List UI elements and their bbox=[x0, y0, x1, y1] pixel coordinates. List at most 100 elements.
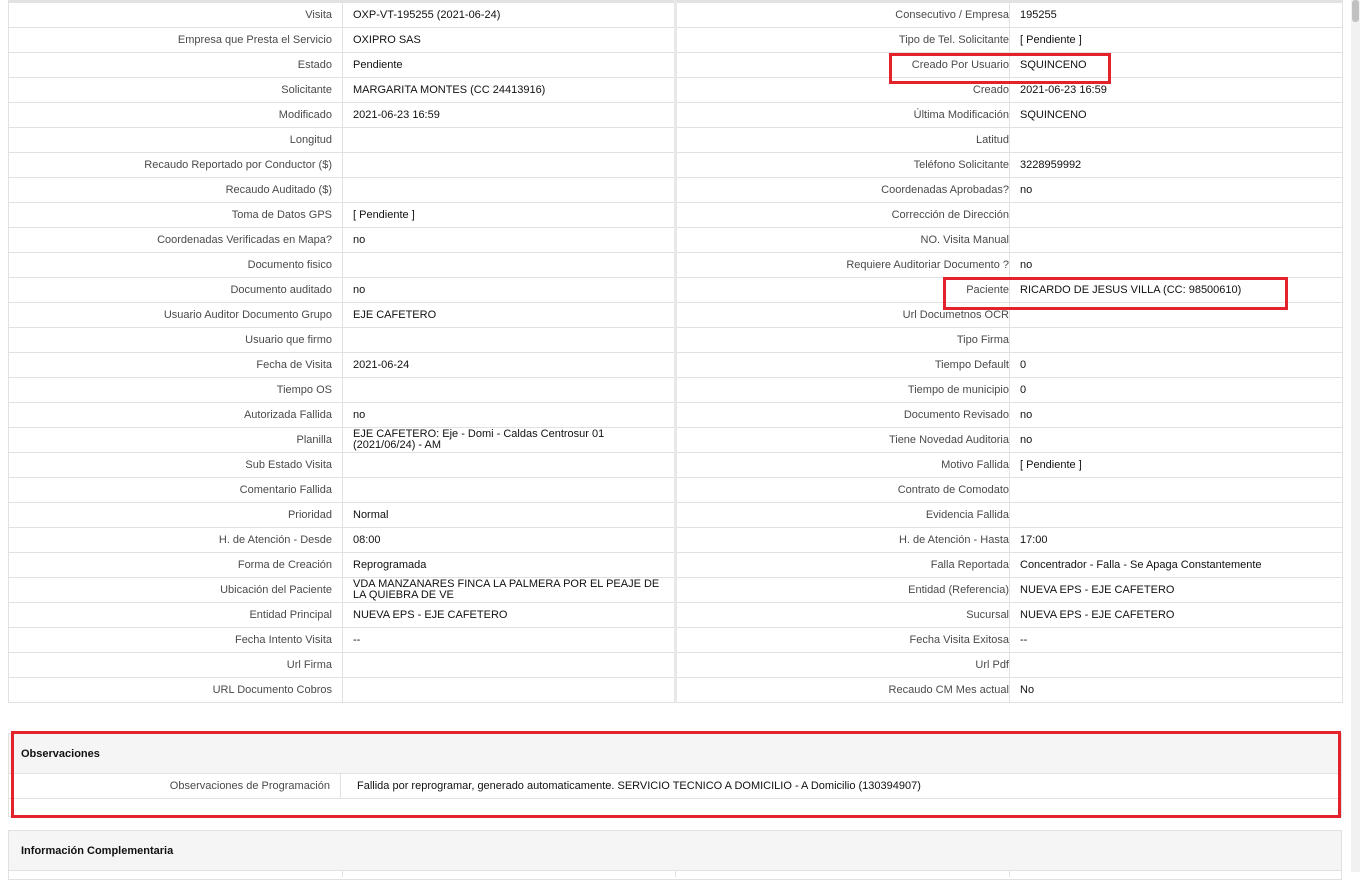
detail-row: Recaudo Auditado ($) Coordenadas Aprobada… bbox=[8, 177, 1343, 203]
field-label-left: Forma de Creación bbox=[8, 552, 343, 578]
field-value-right: 2021-06-23 16:59 bbox=[1009, 77, 1343, 103]
detail-row: Usuario Auditor Documento Grupo EJE CAFET… bbox=[8, 302, 1343, 328]
detail-row: Url Firma Url Pdf bbox=[8, 652, 1343, 678]
field-value-right bbox=[1009, 202, 1343, 228]
field-label-left: Url Firma bbox=[8, 652, 343, 678]
field-label-left: Documento fisico bbox=[8, 252, 343, 278]
field-value-right: No bbox=[1009, 677, 1343, 703]
field-label-right: Fecha Visita Exitosa bbox=[674, 627, 1010, 653]
field-label-right: Teléfono Solicitante bbox=[674, 152, 1010, 178]
field-value-left: EJE CAFETERO bbox=[342, 302, 676, 328]
field-value-left bbox=[342, 252, 676, 278]
detail-row: Empresa que Presta el Servicio OXIPRO SAS… bbox=[8, 27, 1343, 53]
detail-row: Autorizada Fallida no Documento Revisado … bbox=[8, 402, 1343, 428]
detail-row: Entidad Principal NUEVA EPS - EJE CAFETER… bbox=[8, 602, 1343, 628]
field-label-left: Planilla bbox=[8, 427, 343, 453]
field-value-left: EJE CAFETERO: Eje - Domi - Caldas Centro… bbox=[342, 427, 676, 453]
observaciones-value: Fallida por reprogramar, generado automa… bbox=[357, 780, 921, 792]
field-value-left: no bbox=[342, 227, 676, 253]
visit-detail-body: Visita OXP-VT-195255 (2021-06-24) Consecut… bbox=[8, 1, 1343, 703]
field-label-right: Recaudo CM Mes actual bbox=[674, 677, 1010, 703]
detail-row: Recaudo Reportado por Conductor ($) Teléf… bbox=[8, 152, 1343, 178]
field-label-left: Fecha de Visita bbox=[8, 352, 343, 378]
field-value-right: 0 bbox=[1009, 352, 1343, 378]
field-label-left: Usuario Auditor Documento Grupo bbox=[8, 302, 343, 328]
field-label-right: Paciente bbox=[674, 277, 1010, 303]
field-value-right: Concentrador - Falla - Se Apaga Constant… bbox=[1009, 552, 1343, 578]
field-label-left: Estado bbox=[8, 52, 343, 78]
field-value-left: -- bbox=[342, 627, 676, 653]
field-label-left: H. de Atención - Desde bbox=[8, 527, 343, 553]
field-label-left: Recaudo Reportado por Conductor ($) bbox=[8, 152, 343, 178]
field-value-left: 2021-06-23 16:59 bbox=[342, 102, 676, 128]
field-value-right: SQUINCENO bbox=[1009, 52, 1343, 78]
detail-row: Tiempo OS Tiempo de municipio 0 bbox=[8, 377, 1343, 403]
detail-row: Planilla EJE CAFETERO: Eje - Domi - Calda… bbox=[8, 427, 1343, 453]
field-label-right: Creado bbox=[674, 77, 1010, 103]
detail-row: Solicitante MARGARITA MONTES (CC 24413916… bbox=[8, 77, 1343, 103]
detail-row: Estado Pendiente Creado Por Usuario SQUINCE… bbox=[8, 52, 1343, 78]
field-value-right: no bbox=[1009, 427, 1343, 453]
field-label-left: Recaudo Auditado ($) bbox=[8, 177, 343, 203]
field-label-left: Ubicación del Paciente bbox=[8, 577, 343, 603]
field-value-left bbox=[342, 477, 676, 503]
field-value-left: OXIPRO SAS bbox=[342, 27, 676, 53]
field-value-left: VDA MANZANARES FINCA LA PALMERA POR EL P… bbox=[342, 577, 676, 603]
field-label-right: Contrato de Comodato bbox=[674, 477, 1010, 503]
field-label-left: Sub Estado Visita bbox=[8, 452, 343, 478]
field-label-right: Corrección de Dirección bbox=[674, 202, 1010, 228]
detail-row: Sub Estado Visita Motivo Fallida[ Pendien… bbox=[8, 452, 1343, 478]
field-label-right: Requiere Auditoriar Documento ? bbox=[674, 252, 1010, 278]
field-value-right: NUEVA EPS - EJE CAFETERO bbox=[1009, 577, 1343, 603]
field-label-left: Visita bbox=[8, 1, 343, 28]
field-value-right: NUEVA EPS - EJE CAFETERO bbox=[1009, 602, 1343, 628]
detail-row: Modificado 2021-06-23 16:59 Última Modific… bbox=[8, 102, 1343, 128]
page-scrollbar[interactable] bbox=[1351, 0, 1360, 872]
field-value-left: NUEVA EPS - EJE CAFETERO bbox=[342, 602, 676, 628]
field-label-left: Empresa que Presta el Servicio bbox=[8, 27, 343, 53]
detail-row: Usuario que firmo Tipo Firma bbox=[8, 327, 1343, 353]
field-label-right: Motivo Fallida bbox=[674, 452, 1010, 478]
field-value-right: 0 bbox=[1009, 377, 1343, 403]
field-value-right bbox=[1009, 327, 1343, 353]
field-label-right: Última Modificación bbox=[674, 102, 1010, 128]
field-label-left: URL Documento Cobros bbox=[8, 677, 343, 703]
field-value-left: Reprogramada bbox=[342, 552, 676, 578]
field-label-right: Entidad (Referencia) bbox=[674, 577, 1010, 603]
field-value-right bbox=[1009, 227, 1343, 253]
field-label-left: Coordenadas Verificadas en Mapa? bbox=[8, 227, 343, 253]
field-value-right bbox=[1009, 302, 1343, 328]
informacion-complementaria-panel: Información Complementaria bbox=[8, 830, 1342, 880]
detail-row: Longitud Latitud bbox=[8, 127, 1343, 153]
detail-row: Documento fisico Requiere Auditoriar Docu… bbox=[8, 252, 1343, 278]
field-value-right: no bbox=[1009, 402, 1343, 428]
field-value-left: Normal bbox=[342, 502, 676, 528]
field-label-left: Tiempo OS bbox=[8, 377, 343, 403]
field-label-right: Tipo de Tel. Solicitante bbox=[674, 27, 1010, 53]
field-label-right: Url Documetnos OCR bbox=[674, 302, 1010, 328]
field-value-left bbox=[342, 677, 676, 703]
field-value-left: OXP-VT-195255 (2021-06-24) bbox=[342, 1, 676, 28]
field-label-right: Evidencia Fallida bbox=[674, 502, 1010, 528]
field-label-left: Comentario Fallida bbox=[8, 477, 343, 503]
detail-row: Prioridad Normal Evidencia Fallida bbox=[8, 502, 1343, 528]
field-label-right: Sucursal bbox=[674, 602, 1010, 628]
detail-row: Fecha de Visita 2021-06-24 Tiempo Default… bbox=[8, 352, 1343, 378]
field-value-right: RICARDO DE JESUS VILLA (CC: 98500610) bbox=[1009, 277, 1343, 303]
field-value-right bbox=[1009, 652, 1343, 678]
detail-row: Toma de Datos GPS[ Pendiente ] Corrección… bbox=[8, 202, 1343, 228]
field-value-right bbox=[1009, 502, 1343, 528]
field-value-left: MARGARITA MONTES (CC 24413916) bbox=[342, 77, 676, 103]
field-label-left: Modificado bbox=[8, 102, 343, 128]
field-label-left: Entidad Principal bbox=[8, 602, 343, 628]
field-value-right: 195255 bbox=[1009, 1, 1343, 28]
field-value-right: no bbox=[1009, 177, 1343, 203]
field-label-right: Tiempo Default bbox=[674, 352, 1010, 378]
field-label-left: Prioridad bbox=[8, 502, 343, 528]
field-value-left: no bbox=[342, 277, 676, 303]
detail-row: Ubicación del Paciente VDA MANZANARES FIN… bbox=[8, 577, 1343, 603]
field-value-right: no bbox=[1009, 252, 1343, 278]
field-value-left bbox=[342, 452, 676, 478]
scrollbar-thumb[interactable] bbox=[1352, 0, 1359, 22]
field-label-left: Solicitante bbox=[8, 77, 343, 103]
